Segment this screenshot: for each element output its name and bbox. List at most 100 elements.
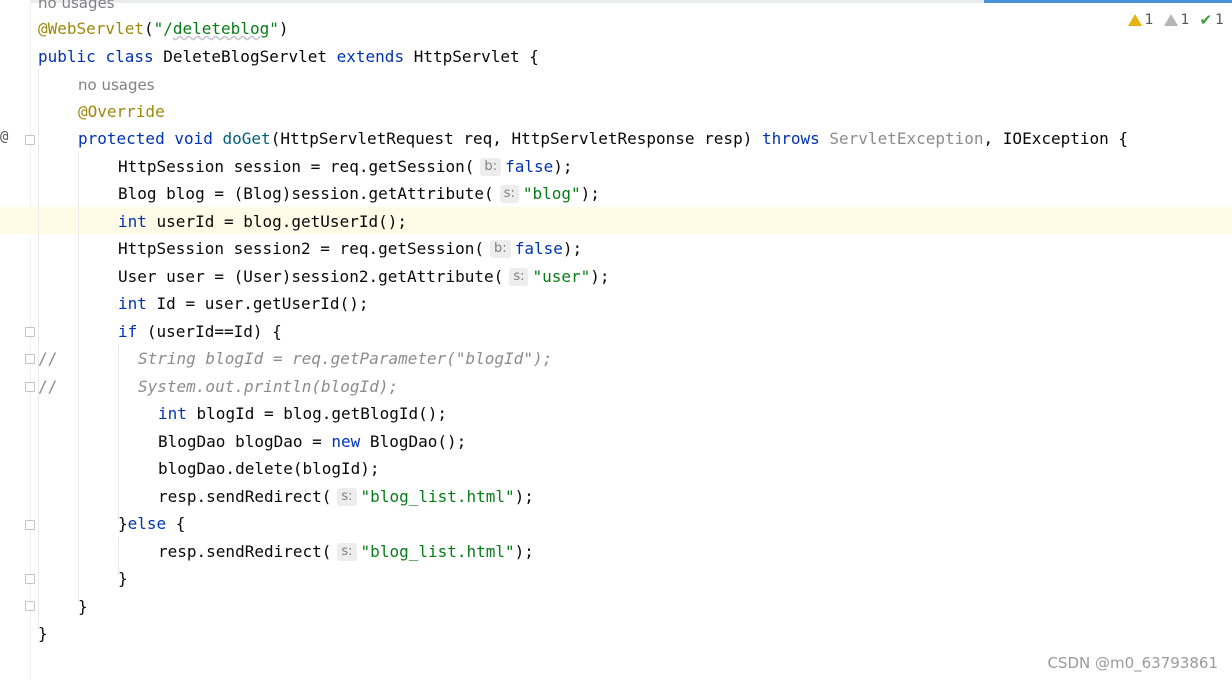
keyword: if [118,322,138,341]
code-token: { [166,514,186,533]
usages-hint[interactable]: no usages [38,0,115,13]
code-line-11[interactable]: if (userId==Id) { [118,318,282,345]
string-literal-typo: deleteblog [172,19,270,38]
code-token: ); [590,267,610,286]
comment: System.out.println(blogId); [138,377,399,396]
typos-indicator[interactable]: ✔ 1 [1200,9,1225,31]
code-token: HttpSession session = req.getSession( [118,157,475,176]
comment-marker: // [38,377,58,396]
code-line-15[interactable]: BlogDao blogDao = new BlogDao(); [158,428,466,455]
code-token: } [118,569,128,588]
code-line-12[interactable]: // [38,345,57,372]
code-token: HttpSession session2 = req.getSession( [118,239,485,258]
parameter-hint: s: [509,268,529,286]
code-line-21[interactable]: } [78,593,88,620]
code-token: } [38,624,48,643]
usages-hint[interactable]: no usages [78,75,155,95]
code-token: BlogDao(); [360,432,467,451]
code-token: resp.sendRedirect( [158,487,332,506]
parameter-hint: b: [480,158,502,176]
keyword: int [118,212,147,231]
keyword: void [174,129,213,148]
code-line-1[interactable]: @WebServlet("/deleteblog") [38,15,288,42]
code-token: User user = (User)session2.getAttribute( [118,267,504,286]
keyword: public [38,47,96,66]
code-token: resp.sendRedirect( [158,542,332,561]
fold-toggle-icon[interactable] [25,574,35,584]
code-line-2[interactable]: public class DeleteBlogServlet extends H… [38,43,539,70]
warnings-indicator[interactable]: 1 [1127,9,1154,31]
code-token: blogDao.delete(blogId); [158,459,380,478]
code-token: (HttpServletRequest req, HttpServletResp… [270,129,762,148]
code-line-18[interactable]: }else { [118,510,185,537]
code-line-22[interactable]: } [38,620,48,647]
code-token: ); [553,157,573,176]
code-line-7[interactable]: int userId = blog.getUserId(); [118,208,407,235]
code-line-13[interactable]: // [38,373,57,400]
watermark: CSDN @m0_63793861 [1047,654,1218,672]
typos-count: 1 [1215,12,1224,28]
keyword: false [505,157,554,176]
code-token: ); [514,542,534,561]
code-line-8[interactable]: HttpSession session2 = req.getSession( b:… [118,235,582,262]
code-line-17[interactable]: resp.sendRedirect(s: "blog_list.html"); [158,483,534,510]
fold-toggle-icon[interactable] [25,327,35,337]
code-token: ); [562,239,583,258]
code-token: BlogDao blogDao = [158,432,332,451]
code-token: } [118,514,128,533]
keyword: throws [761,129,820,148]
fold-toggle-icon[interactable] [25,135,35,145]
keyword: new [331,432,361,451]
code-line-4[interactable]: protected void doGet(HttpServletRequest … [78,125,1128,152]
class-name: DeleteBlogServlet [153,47,337,66]
fold-toggle-icon[interactable] [25,601,35,611]
code-line-16[interactable]: blogDao.delete(blogId); [158,455,380,482]
parameter-hint: s: [337,543,357,561]
code-line-12-comment[interactable]: String blogId = req.getParameter("blogId… [138,345,552,372]
code-line-19[interactable]: resp.sendRedirect( s: "blog_list.html"); [158,538,534,565]
weak-warnings-count: 1 [1180,12,1190,28]
fold-toggle-icon[interactable] [25,382,35,392]
code-line-9[interactable]: User user = (User)session2.getAttribute(… [118,263,610,290]
keyword: extends [336,47,405,66]
code-token: , IOException { [983,129,1129,148]
code-line-3[interactable]: @Override [78,98,165,125]
override-gutter-icon[interactable]: @ [0,129,8,145]
code-line-10[interactable]: int Id = user.getUserId(); [118,290,368,317]
annotation-override: @Override [78,102,165,121]
code-token: } [78,597,88,616]
code-token: ); [514,487,534,506]
comment-marker: // [38,349,58,368]
weak-warnings-indicator[interactable]: 1 [1163,9,1190,31]
string-literal: " [269,19,279,38]
unused-exception: ServletException [829,129,984,148]
parameter-hint: s: [499,185,519,203]
code-token: ) [278,19,289,38]
tab-scroll-indicator [984,0,1232,3]
code-line-20[interactable]: } [118,565,128,592]
annotation-webservlet: @WebServlet [38,19,144,38]
warnings-count: 1 [1144,12,1154,28]
method-name: doGet [222,129,271,148]
string-literal: "blog_list.html" [360,542,515,561]
checkmark-icon: ✔ [1199,11,1213,29]
inspection-widget[interactable]: 1 1 ✔ 1 [1127,9,1225,31]
fold-toggle-icon[interactable] [25,520,35,530]
keyword: false [514,239,563,258]
code-line-14[interactable]: int blogId = blog.getBlogId(); [158,400,447,427]
fold-toggle-icon[interactable] [25,354,35,364]
code-token: ); [580,184,600,203]
code-line-6[interactable]: Blog blog = (Blog)session.getAttribute(s… [118,180,600,207]
code-line-5[interactable]: HttpSession session = req.getSession( b: f… [118,153,573,180]
keyword: int [158,404,187,423]
keyword: int [118,294,147,313]
keyword: else [127,514,167,533]
indent-guide [78,152,79,602]
code-line-13-comment[interactable]: System.out.println(blogId); [138,373,398,400]
code-token: Id = user.getUserId(); [146,294,369,313]
keyword: class [105,47,154,66]
code-token: HttpServlet { [404,47,539,66]
code-token: (userId==Id) { [137,322,282,341]
weak-warning-icon [1163,14,1178,26]
parameter-hint: b: [490,240,511,258]
